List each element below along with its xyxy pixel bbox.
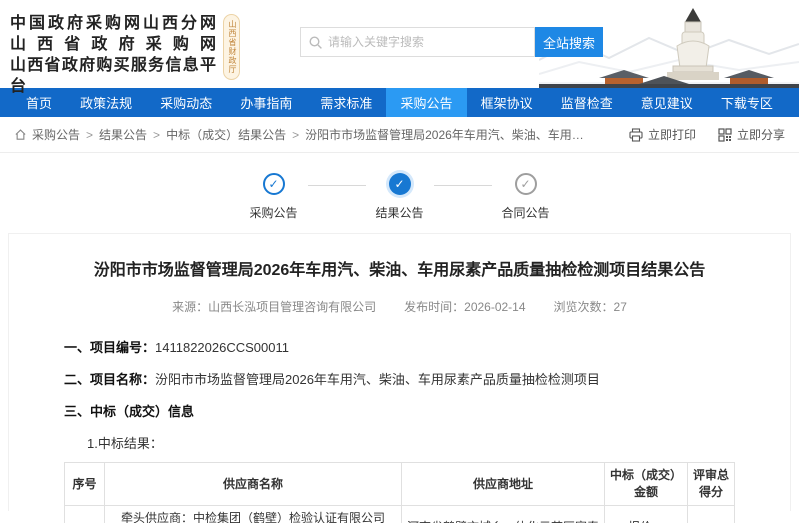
award-result-table: 序号 供应商名称 供应商地址 中标（成交）金额 评审总得分 1 牵头供应商：中检… [64, 462, 735, 523]
announcement-stage-stepper: ✓ 采购公告 ✓ 结果公告 ✓ 合同公告 [0, 173, 799, 221]
print-button[interactable]: 立即打印 [629, 126, 696, 143]
nav-item-supervision[interactable]: 监督检查 [547, 88, 627, 117]
column-header-serial-number: 序号 [65, 463, 105, 506]
finance-department-seal-badge: 山西省财政厅 [223, 14, 240, 80]
logo-line-3: 山西省政府购买服务信息平台 [10, 55, 216, 97]
article-source: 来源：山西长泓项目管理咨询有限公司 [172, 298, 376, 315]
announcement-article-card: 汾阳市市场监督管理局2026年车用汽、柴油、车用尿素产品质量抽检检测项目结果公告… [8, 233, 791, 511]
breadcrumb-separator: > [292, 128, 299, 142]
nav-item-framework-agreements[interactable]: 框架协议 [467, 88, 547, 117]
cell-serial-number: 1 [65, 506, 105, 523]
breadcrumb-separator: > [86, 128, 93, 142]
article-body: 一、项目编号：1411822026CCS00011 二、项目名称：汾阳市市场监督… [64, 337, 790, 420]
step-contract-announcement[interactable]: ✓ 合同公告 [494, 173, 558, 221]
column-header-supplier-address: 供应商地址 [402, 463, 605, 506]
logo-line-1: 中国政府采购网山西分网 [10, 13, 216, 34]
nav-item-feedback[interactable]: 意见建议 [627, 88, 707, 117]
lead-supplier: 牵头供应商：中检集团（鹤壁）检验认证有限公司 [110, 510, 396, 523]
logo-line-2: 山西省政府采购网 [10, 34, 216, 55]
breadcrumb-item-result-announcements[interactable]: 结果公告 [99, 126, 147, 143]
qr-share-icon [718, 128, 732, 142]
breadcrumb-item-award-result-announcements[interactable]: 中标（成交）结果公告 [166, 126, 286, 143]
cell-supplier-name: 牵头供应商：中检集团（鹤壁）检验认证有限公司 投标联合体：中检集团（鹤壁）检验认… [105, 506, 402, 523]
search-input[interactable] [328, 35, 526, 49]
breadcrumb-item-current-page: 汾阳市市场监督管理局2026年车用汽、柴油、车用尿素产品质量抽检检测项目结果公告 [305, 126, 595, 143]
cell-supplier-address: 河南省鹤壁市城乡一体化示范区富春江路与六盘山路交叉口人工智能产业园内 [402, 506, 605, 523]
nav-item-procurement-announcements[interactable]: 采购公告 [386, 88, 466, 117]
article-meta: 来源：山西长泓项目管理咨询有限公司 发布时间：2026-02-14 浏览次数：2… [9, 298, 790, 315]
site-logo-text: 中国政府采购网山西分网 山西省政府采购网 山西省政府购买服务信息平台 [10, 13, 216, 97]
award-result-subheading: 1.中标结果： [87, 433, 790, 452]
step-result-announcement[interactable]: ✓ 结果公告 [368, 173, 432, 221]
check-circle-icon: ✓ [263, 173, 285, 195]
step-label: 结果公告 [375, 204, 423, 221]
page-title: 汾阳市市场监督管理局2026年车用汽、柴油、车用尿素产品质量抽检检测项目结果公告 [9, 256, 790, 280]
printer-icon [629, 128, 643, 142]
search-box[interactable] [300, 27, 535, 57]
section-project-number: 一、项目编号：1411822026CCS00011 [64, 337, 790, 356]
breadcrumb-separator: > [153, 128, 160, 142]
step-label: 合同公告 [501, 204, 549, 221]
table-header-row: 序号 供应商名称 供应商地址 中标（成交）金额 评审总得分 [65, 463, 735, 506]
table-row: 1 牵头供应商：中检集团（鹤壁）检验认证有限公司 投标联合体：中检集团（鹤壁）检… [65, 506, 735, 523]
column-header-award-amount: 中标（成交）金额 [605, 463, 688, 506]
article-publish-date: 发布时间：2026-02-14 [404, 298, 525, 315]
home-icon [14, 128, 27, 141]
breadcrumb-bar: 采购公告 > 结果公告 > 中标（成交）结果公告 > 汾阳市市场监督管理局202… [0, 117, 799, 153]
column-header-supplier-name: 供应商名称 [105, 463, 402, 506]
check-circle-icon: ✓ [515, 173, 537, 195]
column-header-review-score: 评审总得分 [688, 463, 735, 506]
page-actions: 立即打印 立即分享 [607, 126, 785, 143]
check-circle-icon: ✓ [389, 173, 411, 195]
breadcrumb-item-procurement-announcements[interactable]: 采购公告 [32, 126, 80, 143]
breadcrumb: 采购公告 > 结果公告 > 中标（成交）结果公告 > 汾阳市市场监督管理局202… [14, 126, 595, 143]
site-search-button[interactable]: 全站搜索 [535, 27, 603, 57]
search-icon [309, 36, 322, 49]
article-view-count: 浏览次数：27 [554, 298, 627, 315]
section-project-name: 二、项目名称：汾阳市市场监督管理局2026年车用汽、柴油、车用尿素产品质量抽检检… [64, 369, 790, 388]
cell-award-amount: 报价：1390800（元） [605, 506, 688, 523]
share-label: 立即分享 [737, 126, 785, 143]
step-connector-line [434, 185, 492, 186]
step-connector-line [308, 185, 366, 186]
print-label: 立即打印 [648, 126, 696, 143]
share-button[interactable]: 立即分享 [718, 126, 785, 143]
section-award-info: 三、中标（成交）信息 [64, 401, 790, 420]
step-label: 采购公告 [249, 204, 297, 221]
nav-item-downloads[interactable]: 下载专区 [707, 88, 787, 117]
site-header: 中国政府采购网山西分网 山西省政府采购网 山西省政府购买服务信息平台 山西省财政… [0, 0, 799, 88]
step-procurement-announcement[interactable]: ✓ 采购公告 [242, 173, 306, 221]
cell-review-score: 91.48 [688, 506, 735, 523]
nav-item-demand-standards[interactable]: 需求标准 [306, 88, 386, 117]
